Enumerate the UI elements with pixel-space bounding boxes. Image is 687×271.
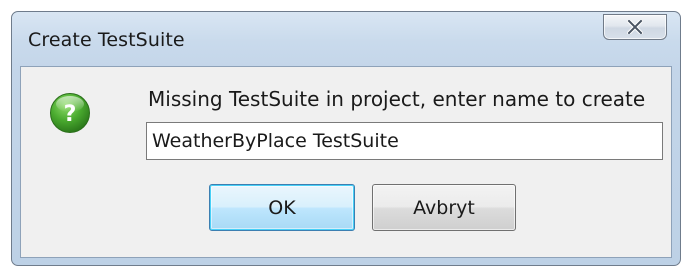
close-button[interactable] — [603, 14, 667, 40]
ok-button[interactable]: OK — [209, 184, 355, 231]
window-title: Create TestSuite — [28, 29, 185, 51]
svg-text:?: ? — [64, 102, 77, 127]
question-icon: ? — [50, 93, 90, 133]
dialog-content: ? Missing TestSuite in project, enter na… — [20, 66, 672, 258]
prompt-message: Missing TestSuite in project, enter name… — [148, 87, 646, 111]
close-icon — [627, 20, 643, 34]
title-bar[interactable]: Create TestSuite — [12, 12, 680, 66]
cancel-button[interactable]: Avbryt — [372, 184, 516, 231]
testsuite-name-input[interactable] — [146, 122, 663, 160]
dialog-window: Create TestSuite ? Missing TestSuite in … — [11, 11, 681, 266]
